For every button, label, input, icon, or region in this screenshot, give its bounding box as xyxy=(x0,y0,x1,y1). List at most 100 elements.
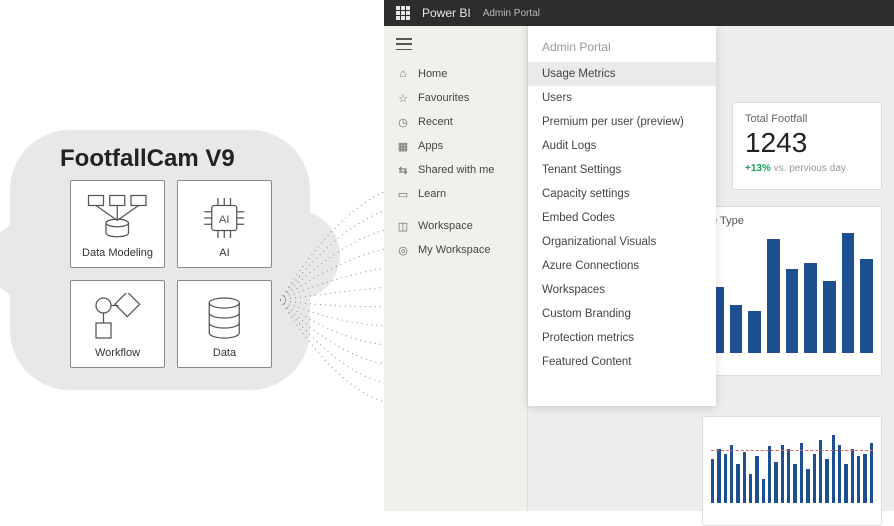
bar xyxy=(730,305,743,353)
nav-label: Workspace xyxy=(418,220,473,232)
bar xyxy=(768,446,771,503)
nav-my-workspace[interactable]: ◎ My Workspace xyxy=(384,238,527,262)
bar xyxy=(736,464,739,503)
ai-chip-icon: AI xyxy=(193,193,256,243)
chart-small-bar xyxy=(702,416,882,526)
card-data-modeling: Data Modeling xyxy=(70,180,165,268)
nav-label: Learn xyxy=(418,188,446,200)
bar xyxy=(857,456,860,503)
bar xyxy=(717,449,720,503)
left-nav: ⌂ Home ☆Favourites ◷ Recent ▦ Apps ⇆ Shared … xyxy=(384,26,528,511)
bar xyxy=(787,449,790,503)
book-icon: ▭ xyxy=(396,187,410,201)
bar xyxy=(863,454,866,503)
bar xyxy=(743,452,746,503)
admin-item-tenant-settings[interactable]: Tenant Settings xyxy=(528,158,716,182)
metric-value: 1243 xyxy=(745,127,869,159)
nav-home[interactable]: ⌂ Home xyxy=(384,62,527,86)
bar xyxy=(838,445,841,504)
app-name: Power BI xyxy=(422,6,471,20)
bar xyxy=(844,464,847,503)
bar xyxy=(748,311,761,353)
card-label: Data xyxy=(213,347,236,359)
bar xyxy=(823,281,836,353)
bar xyxy=(755,456,758,503)
admin-item-workspaces[interactable]: Workspaces xyxy=(528,278,716,302)
admin-item-featured-content[interactable]: Featured Content xyxy=(528,350,716,374)
home-icon: ⌂ xyxy=(396,67,410,81)
admin-item-capacity-settings[interactable]: Capacity settings xyxy=(528,182,716,206)
star-icon: ☆ xyxy=(396,91,410,105)
bar xyxy=(767,239,780,353)
nav-label: Recent xyxy=(418,116,453,128)
nav-apps[interactable]: ▦ Apps xyxy=(384,134,527,158)
admin-item-usage-metrics[interactable]: Usage Metrics xyxy=(528,62,716,86)
admin-portal-menu: Admin Portal Usage MetricsUsersPremium p… xyxy=(528,26,716,406)
chart-type-bar: e Type xyxy=(702,206,882,376)
my-workspace-icon: ◎ xyxy=(396,243,410,257)
bar xyxy=(724,454,727,503)
card-label: AI xyxy=(219,247,229,259)
svg-text:AI: AI xyxy=(219,214,230,226)
metric-label: Total Footfall xyxy=(745,113,869,125)
nav-label: My Workspace xyxy=(418,244,491,256)
nav-label: Shared with me xyxy=(418,164,494,176)
bar xyxy=(832,435,835,503)
chart-title: e Type xyxy=(711,215,873,227)
bar xyxy=(711,459,714,503)
bar xyxy=(870,443,873,503)
metric-total-footfall: Total Footfall 1243 +13% vs. pervious da… xyxy=(732,102,882,190)
admin-item-users[interactable]: Users xyxy=(528,86,716,110)
bar xyxy=(774,462,777,503)
bar xyxy=(804,263,817,353)
app-header: Power BI Admin Portal xyxy=(384,0,894,26)
clock-icon: ◷ xyxy=(396,115,410,129)
nav-favourites[interactable]: ☆Favourites xyxy=(384,86,527,110)
card-label: Data Modeling xyxy=(82,247,153,259)
admin-item-organizational-visuals[interactable]: Organizational Visuals xyxy=(528,230,716,254)
bar xyxy=(800,443,803,503)
app-launcher-icon[interactable] xyxy=(396,6,410,20)
metric-delta: +13% vs. pervious day xyxy=(745,163,869,174)
bar xyxy=(786,269,799,353)
diagram-title: FootfallCam V9 xyxy=(60,145,235,173)
data-modeling-icon xyxy=(86,193,149,243)
nav-workspace[interactable]: ◫Workspace xyxy=(384,214,527,238)
admin-item-custom-branding[interactable]: Custom Branding xyxy=(528,302,716,326)
bar xyxy=(825,459,828,503)
card-ai: AI AI xyxy=(177,180,272,268)
admin-item-premium-per-user-preview-[interactable]: Premium per user (preview) xyxy=(528,110,716,134)
share-icon: ⇆ xyxy=(396,163,410,177)
nav-label: Home xyxy=(418,68,447,80)
admin-item-audit-logs[interactable]: Audit Logs xyxy=(528,134,716,158)
bar xyxy=(762,479,765,503)
bar xyxy=(806,469,809,503)
card-workflow: Workflow xyxy=(70,280,165,368)
nav-learn[interactable]: ▭ Learn xyxy=(384,182,527,206)
hamburger-icon[interactable] xyxy=(396,38,412,50)
admin-item-embed-codes[interactable]: Embed Codes xyxy=(528,206,716,230)
nav-shared[interactable]: ⇆ Shared with me xyxy=(384,158,527,182)
bar-series-2 xyxy=(711,425,873,503)
nav-recent[interactable]: ◷ Recent xyxy=(384,110,527,134)
bar xyxy=(813,454,816,503)
bar xyxy=(851,449,854,503)
powerbi-window: Power BI Admin Portal ⌂ Home ☆Favourites … xyxy=(384,0,894,511)
admin-item-protection-metrics[interactable]: Protection metrics xyxy=(528,326,716,350)
card-data: Data xyxy=(177,280,272,368)
card-label: Workflow xyxy=(95,347,140,359)
apps-icon: ▦ xyxy=(396,139,410,153)
breadcrumb: Admin Portal xyxy=(483,8,540,19)
bar xyxy=(749,474,752,503)
footfallcam-diagram: FootfallCam V9 Data Modeling AI AI Workf… xyxy=(0,0,384,511)
admin-item-azure-connections[interactable]: Azure Connections xyxy=(528,254,716,278)
capability-grid: Data Modeling AI AI Workflow Data xyxy=(70,180,272,368)
database-icon xyxy=(193,293,256,343)
nav-label: Apps xyxy=(418,140,443,152)
bar xyxy=(860,259,873,353)
workflow-icon xyxy=(86,293,149,343)
threshold-line xyxy=(711,450,873,451)
bar xyxy=(730,445,733,504)
bar xyxy=(781,445,784,504)
bar-series-1 xyxy=(711,233,873,353)
